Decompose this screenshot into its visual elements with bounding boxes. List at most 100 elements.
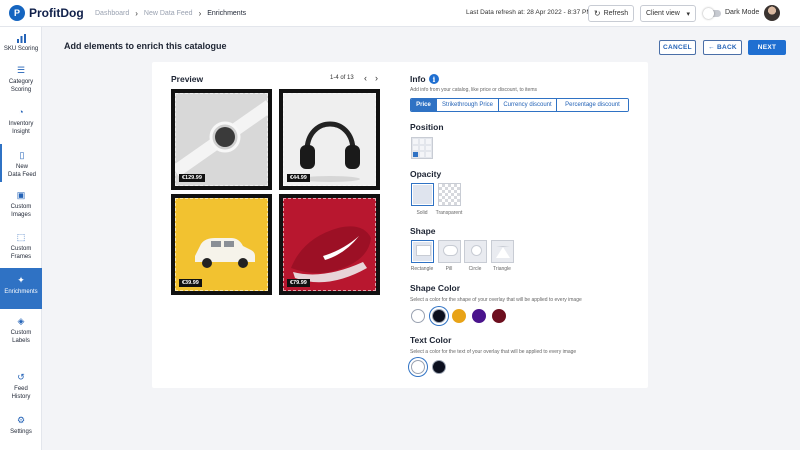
position-cell[interactable] bbox=[418, 144, 426, 152]
page-title: Add elements to enrich this catalogue bbox=[64, 41, 227, 51]
opacity-transparent-option[interactable] bbox=[438, 183, 461, 206]
sidebar-item-inventory-insight[interactable]: ◔ Inventory Insight bbox=[0, 108, 42, 138]
app-logo[interactable]: P ProfitDog bbox=[9, 5, 95, 21]
product-preview-watch: €129.99 bbox=[171, 89, 272, 190]
shape-color-swatch-purple[interactable] bbox=[472, 309, 486, 323]
chevron-right-icon[interactable]: › bbox=[375, 73, 378, 83]
info-tabs: Price Strikethrough Price Currency disco… bbox=[410, 98, 629, 112]
shape-circle-option[interactable] bbox=[464, 240, 487, 263]
dark-mode-toggle[interactable] bbox=[703, 8, 721, 19]
price-tag: €129.99 bbox=[179, 174, 205, 182]
last-refresh-text: Last Data refresh at: 28 Apr 2022 - 8:37… bbox=[466, 9, 592, 16]
sidebar-item-custom-images[interactable]: ▣ Custom Images bbox=[0, 191, 42, 221]
pager-count: 1-4 of 13 bbox=[330, 75, 354, 81]
sidebar-item-label: New bbox=[15, 164, 28, 170]
sidebar-item-enrichments[interactable]: ✦ Enrichments bbox=[0, 268, 42, 309]
sidebar-item-label: Frames bbox=[10, 253, 32, 260]
client-view-select[interactable]: Client view ▾ bbox=[640, 5, 696, 22]
sidebar-item-label: Feed bbox=[14, 386, 28, 392]
history-icon: ↺ bbox=[17, 372, 25, 383]
toggle-knob bbox=[703, 8, 714, 19]
shape-pill-option[interactable] bbox=[438, 240, 461, 263]
rectangle-icon bbox=[416, 245, 431, 256]
position-cell[interactable] bbox=[425, 151, 432, 158]
client-view-value: Client view bbox=[646, 10, 680, 17]
breadcrumb-new-data-feed[interactable]: New Data Feed bbox=[144, 10, 193, 17]
gauge-icon: ◔ bbox=[18, 107, 24, 118]
tab-percentage-discount[interactable]: Percentage discount bbox=[557, 99, 628, 111]
price-tag: €39.99 bbox=[179, 279, 202, 287]
frame-border bbox=[175, 198, 268, 291]
position-cell[interactable] bbox=[412, 138, 419, 145]
product-preview-sneaker: €79.99 bbox=[279, 194, 380, 295]
tab-price[interactable]: Price bbox=[411, 99, 437, 111]
arrow-left-icon: ← bbox=[708, 44, 717, 51]
tab-strikethrough-price[interactable]: Strikethrough Price bbox=[437, 99, 499, 111]
chevron-right-icon: › bbox=[135, 8, 138, 18]
sidebar-item-sku-scoring[interactable]: SKU Scoring bbox=[0, 33, 42, 59]
text-color-hint: Select a color for the text of your over… bbox=[410, 349, 577, 355]
tag-icon: ◈ bbox=[17, 316, 25, 327]
shape-color-swatch-white[interactable] bbox=[411, 309, 425, 323]
shape-rectangle-option[interactable] bbox=[411, 240, 434, 263]
position-cell[interactable] bbox=[425, 144, 432, 152]
frame-icon: ⬚ bbox=[16, 232, 26, 243]
bar-chart-icon bbox=[16, 33, 26, 43]
position-grid bbox=[411, 137, 433, 159]
position-cell[interactable] bbox=[418, 138, 426, 145]
sidebar: SKU Scoring ☰ Category Scoring ◔ Invento… bbox=[0, 27, 42, 450]
text-color-swatch-black[interactable] bbox=[432, 360, 446, 374]
sidebar-item-custom-labels[interactable]: ◈ Custom Labels bbox=[0, 317, 42, 347]
shape-color-swatch-black[interactable] bbox=[432, 309, 446, 323]
sidebar-item-label: Custom bbox=[10, 330, 32, 336]
chevron-left-icon[interactable]: ‹ bbox=[364, 73, 367, 83]
sidebar-item-new-data-feed[interactable]: ▯ New Data Feed bbox=[0, 144, 42, 182]
opacity-transparent-label: Transparent bbox=[435, 210, 463, 216]
position-cell-selected[interactable] bbox=[412, 151, 419, 158]
shape-color-swatch-orange[interactable] bbox=[452, 309, 466, 323]
position-cell[interactable] bbox=[418, 151, 426, 158]
shape-color-swatch-maroon[interactable] bbox=[492, 309, 506, 323]
sidebar-item-label: Labels bbox=[12, 337, 30, 344]
sidebar-item-label: SKU Scoring bbox=[3, 46, 39, 52]
avatar[interactable] bbox=[764, 5, 780, 21]
sidebar-item-custom-frames[interactable]: ⬚ Custom Frames bbox=[0, 233, 42, 263]
sidebar-item-settings[interactable]: ⚙ Settings bbox=[0, 416, 42, 440]
sidebar-item-feed-history[interactable]: ↺ Feed History bbox=[0, 373, 42, 403]
tab-currency-discount[interactable]: Currency discount bbox=[499, 99, 557, 111]
refresh-icon: ↻ bbox=[593, 9, 601, 18]
shape-triangle-label: Triangle bbox=[493, 266, 511, 272]
list-icon: ☰ bbox=[16, 65, 26, 76]
breadcrumb-current: Enrichments bbox=[207, 9, 247, 17]
opacity-solid-option[interactable] bbox=[411, 183, 434, 206]
info-icon[interactable]: i bbox=[429, 74, 439, 84]
back-label: BACK bbox=[716, 44, 737, 51]
position-title: Position bbox=[410, 122, 444, 132]
position-cell[interactable] bbox=[412, 144, 419, 152]
sidebar-item-label: History bbox=[11, 393, 31, 400]
next-button[interactable]: NEXT bbox=[748, 40, 786, 55]
image-icon: ▣ bbox=[16, 190, 26, 201]
shape-triangle-option[interactable] bbox=[491, 240, 514, 263]
frame-border bbox=[283, 198, 376, 291]
product-preview-toy-car: €39.99 bbox=[171, 194, 272, 295]
document-icon: ▯ bbox=[19, 150, 25, 161]
dark-mode-label: Dark Mode bbox=[725, 9, 760, 16]
frame-border bbox=[175, 93, 268, 186]
pill-icon bbox=[443, 245, 458, 256]
breadcrumb-dashboard[interactable]: Dashboard bbox=[95, 10, 129, 17]
position-cell[interactable] bbox=[425, 138, 432, 145]
back-button[interactable]: ← BACK bbox=[703, 40, 742, 55]
shape-color-hint: Select a color for the shape of your ove… bbox=[410, 297, 582, 303]
sidebar-item-label: Custom bbox=[10, 246, 32, 252]
cancel-button[interactable]: CANCEL bbox=[659, 40, 696, 55]
opacity-title: Opacity bbox=[410, 169, 442, 179]
sidebar-item-category-scoring[interactable]: ☰ Category Scoring bbox=[0, 66, 42, 96]
sidebar-item-label: Data Feed bbox=[7, 171, 37, 178]
caret-down-icon: ▾ bbox=[686, 10, 690, 18]
app-name: ProfitDog bbox=[29, 6, 84, 20]
refresh-button[interactable]: ↻ Refresh bbox=[588, 5, 634, 22]
text-color-swatch-white[interactable] bbox=[411, 360, 425, 374]
info-hint: Add info from your catalog, like price o… bbox=[410, 87, 538, 93]
sidebar-item-label: Category bbox=[8, 79, 34, 85]
